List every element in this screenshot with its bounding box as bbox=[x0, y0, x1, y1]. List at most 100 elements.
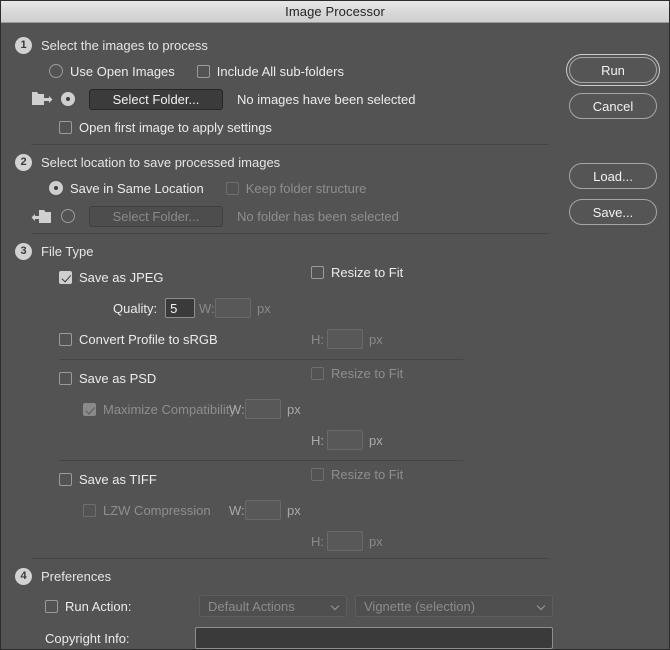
label-save-as-tiff: Save as TIFF bbox=[79, 472, 157, 487]
section-3-title: File Type bbox=[41, 244, 94, 259]
section-save-location: 2 Select location to save processed imag… bbox=[1, 150, 563, 234]
window-title: Image Processor bbox=[285, 4, 385, 19]
label-keep-folder-structure: Keep folder structure bbox=[246, 181, 367, 196]
label-save-same-location: Save in Same Location bbox=[70, 181, 204, 196]
row-jpeg-resize-to-fit: Resize to Fit bbox=[311, 265, 403, 280]
checkbox-save-as-jpeg[interactable] bbox=[59, 271, 72, 284]
divider-1 bbox=[31, 144, 549, 145]
label-jpeg-height: H: bbox=[311, 332, 327, 347]
save-button[interactable]: Save... bbox=[569, 199, 657, 225]
label-psd-width: W: bbox=[229, 402, 245, 417]
select-folder-source-button[interactable]: Select Folder... bbox=[89, 89, 223, 110]
jpeg-height-group: H: px bbox=[311, 329, 383, 349]
tiff-height-group: H: px bbox=[311, 531, 383, 551]
label-psd-resize-to-fit: Resize to Fit bbox=[331, 366, 403, 381]
psd-width-group: W: px bbox=[229, 399, 301, 419]
section-1-header: 1 Select the images to process bbox=[1, 33, 563, 57]
input-tiff-width[interactable] bbox=[245, 500, 281, 520]
destination-folder-status: No folder has been selected bbox=[237, 209, 399, 224]
input-psd-width[interactable] bbox=[245, 399, 281, 419]
row-jpeg-quality: Quality: W: px bbox=[1, 296, 563, 320]
input-jpeg-width[interactable] bbox=[215, 298, 251, 318]
select-folder-destination-button[interactable]: Select Folder... bbox=[89, 206, 223, 227]
run-button[interactable]: Run bbox=[569, 57, 657, 83]
row-save-as-psd: Save as PSD Resize to Fit bbox=[1, 366, 563, 390]
input-psd-height[interactable] bbox=[327, 430, 363, 450]
checkbox-keep-folder-structure[interactable] bbox=[226, 182, 239, 195]
checkbox-psd-resize-to-fit[interactable] bbox=[311, 367, 324, 380]
input-jpeg-quality[interactable] bbox=[165, 298, 195, 318]
row-destination-folder: Select Folder... No folder has been sele… bbox=[1, 204, 563, 228]
checkbox-maximize-compatibility[interactable] bbox=[83, 403, 96, 416]
dropdown-action-set[interactable]: Default Actions bbox=[199, 595, 347, 617]
row-tiff-lzw: LZW Compression W: px bbox=[1, 498, 563, 522]
title-bar: Image Processor bbox=[1, 1, 669, 23]
label-jpeg-width: W: bbox=[199, 301, 215, 316]
section-2-header: 2 Select location to save processed imag… bbox=[1, 150, 563, 174]
load-button[interactable]: Load... bbox=[569, 163, 657, 189]
chevron-down-icon bbox=[331, 602, 340, 611]
image-processor-dialog: Image Processor 1 Select the images to p… bbox=[0, 0, 670, 650]
label-maximize-compatibility: Maximize Compatibility bbox=[103, 402, 236, 417]
section-2-badge: 2 bbox=[15, 154, 32, 171]
section-1-badge: 1 bbox=[15, 37, 32, 54]
folder-import-icon bbox=[31, 207, 53, 225]
row-jpeg-convert-srgb: Convert Profile to sRGB H: px bbox=[1, 327, 563, 351]
label-tiff-height: H: bbox=[311, 534, 327, 549]
radio-select-folder-source[interactable] bbox=[61, 92, 75, 106]
radio-use-open-images[interactable] bbox=[49, 64, 63, 78]
row-psd-resize-to-fit: Resize to Fit bbox=[311, 366, 403, 381]
checkbox-jpeg-resize-to-fit[interactable] bbox=[311, 266, 324, 279]
section-select-images: 1 Select the images to process Use Open … bbox=[1, 33, 563, 145]
dialog-body: 1 Select the images to process Use Open … bbox=[1, 23, 669, 650]
label-tiff-width-unit: px bbox=[287, 503, 301, 518]
jpeg-block: Save as JPEG Resize to Fit Quality: W: p… bbox=[1, 265, 563, 351]
radio-select-folder-destination[interactable] bbox=[61, 209, 75, 223]
folder-export-icon bbox=[31, 90, 53, 108]
checkbox-include-subfolders[interactable] bbox=[197, 65, 210, 78]
label-psd-height-unit: px bbox=[369, 433, 383, 448]
section-3-badge: 3 bbox=[15, 243, 32, 260]
dropdown-action-name[interactable]: Vignette (selection) bbox=[355, 595, 553, 617]
cancel-button[interactable]: Cancel bbox=[569, 93, 657, 119]
label-run-action: Run Action: bbox=[65, 599, 132, 614]
label-jpeg-height-unit: px bbox=[369, 332, 383, 347]
psd-height-group: H: px bbox=[311, 430, 383, 450]
divider-2 bbox=[31, 233, 549, 234]
input-copyright-info[interactable] bbox=[195, 627, 553, 649]
checkbox-convert-profile-srgb[interactable] bbox=[59, 333, 72, 346]
divider-3 bbox=[31, 558, 549, 559]
label-save-as-jpeg: Save as JPEG bbox=[79, 270, 164, 285]
checkbox-save-as-psd[interactable] bbox=[59, 372, 72, 385]
row-tiff-height: H: px bbox=[1, 529, 563, 553]
row-save-same-location: Save in Same Location Keep folder struct… bbox=[1, 176, 563, 200]
label-tiff-resize-to-fit: Resize to Fit bbox=[331, 467, 403, 482]
label-jpeg-width-unit: px bbox=[257, 301, 271, 316]
checkbox-lzw-compression[interactable] bbox=[83, 504, 96, 517]
checkbox-open-first-image[interactable] bbox=[59, 121, 72, 134]
checkbox-tiff-resize-to-fit[interactable] bbox=[311, 468, 324, 481]
radio-save-same-location[interactable] bbox=[49, 181, 63, 195]
row-source-folder: Select Folder... No images have been sel… bbox=[1, 87, 563, 111]
row-open-first-image: Open first image to apply settings bbox=[1, 115, 563, 139]
row-save-as-jpeg: Save as JPEG Resize to Fit bbox=[1, 265, 563, 289]
checkbox-save-as-tiff[interactable] bbox=[59, 473, 72, 486]
row-source-options: Use Open Images Include All sub-folders bbox=[1, 59, 563, 83]
row-save-as-tiff: Save as TIFF Resize to Fit bbox=[1, 467, 563, 491]
section-1-title: Select the images to process bbox=[41, 38, 208, 53]
label-open-first-image: Open first image to apply settings bbox=[79, 120, 272, 135]
input-jpeg-height[interactable] bbox=[327, 329, 363, 349]
row-tiff-resize-to-fit: Resize to Fit bbox=[311, 467, 403, 482]
label-tiff-height-unit: px bbox=[369, 534, 383, 549]
label-convert-profile-srgb: Convert Profile to sRGB bbox=[79, 332, 218, 347]
section-4-badge: 4 bbox=[15, 568, 32, 585]
label-lzw-compression: LZW Compression bbox=[103, 503, 211, 518]
action-name-value: Vignette (selection) bbox=[364, 599, 537, 614]
section-4-title: Preferences bbox=[41, 569, 111, 584]
label-use-open-images: Use Open Images bbox=[70, 64, 175, 79]
input-tiff-height[interactable] bbox=[327, 531, 363, 551]
label-psd-height: H: bbox=[311, 433, 327, 448]
chevron-down-icon bbox=[537, 602, 546, 611]
checkbox-run-action[interactable] bbox=[45, 600, 58, 613]
section-file-type: 3 File Type Save as JPEG Resize to Fit bbox=[1, 239, 563, 559]
